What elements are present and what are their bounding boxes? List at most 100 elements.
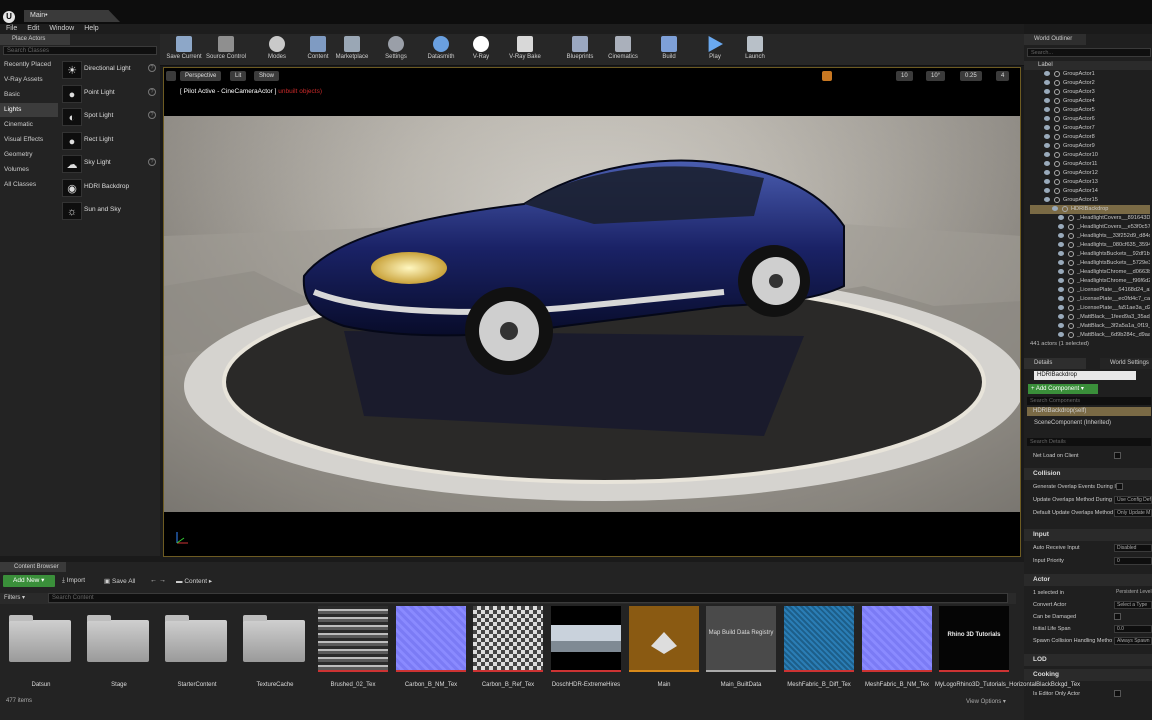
- category-visual-effects[interactable]: Visual Effects: [0, 133, 58, 147]
- visibility-eye-icon[interactable]: [1044, 188, 1050, 194]
- menu-help[interactable]: Help: [84, 24, 98, 34]
- visibility-eye-icon[interactable]: [1044, 107, 1050, 113]
- sun-and-sky-item[interactable]: ☼ Sun and Sky: [60, 200, 158, 222]
- outliner-row[interactable]: _HeadlightCovers__e53f0c57_057: [1030, 223, 1150, 232]
- number-field[interactable]: 0.0: [1114, 625, 1152, 633]
- scene-component-row[interactable]: SceneComponent (Inherited): [1034, 420, 1111, 426]
- outliner-row[interactable]: _Headlights__080cf635_3594_4e2: [1030, 241, 1150, 250]
- sky-light-item[interactable]: ☁ Sky Light?: [60, 153, 158, 175]
- lod-section[interactable]: LOD: [1024, 654, 1152, 666]
- world-settings-tab[interactable]: World Settings: [1100, 358, 1152, 369]
- asset-tile[interactable]: Datsun: [6, 606, 76, 698]
- place-actors-tab[interactable]: Place Actors: [0, 34, 70, 45]
- search-details-input[interactable]: Search Details: [1027, 438, 1151, 446]
- menu-window[interactable]: Window: [49, 24, 74, 34]
- outliner-row[interactable]: _HeadlightCovers__891643Dd_4f2: [1030, 214, 1150, 223]
- net-load-checkbox[interactable]: [1114, 452, 1121, 459]
- save-all-button[interactable]: ▣ Save All: [104, 577, 135, 585]
- visibility-eye-icon[interactable]: [1044, 125, 1050, 131]
- outliner-row[interactable]: GroupActor13: [1030, 178, 1150, 187]
- visibility-eye-icon[interactable]: [1044, 134, 1050, 140]
- category-all-classes[interactable]: All Classes: [0, 178, 58, 192]
- asset-tile[interactable]: MeshFabric_B_Diff_Tex: [784, 606, 854, 698]
- outliner-row[interactable]: GroupActor1: [1030, 70, 1150, 79]
- outliner-row[interactable]: GroupActor5: [1030, 106, 1150, 115]
- cinematics-button[interactable]: Cinematics: [606, 34, 640, 66]
- rect-light-item[interactable]: ● Rect Light: [60, 130, 158, 152]
- visibility-eye-icon[interactable]: [1058, 278, 1064, 284]
- visibility-eye-icon[interactable]: [1044, 161, 1050, 167]
- viewport-menu-button[interactable]: [166, 71, 176, 81]
- outliner-row[interactable]: GroupActor3: [1030, 88, 1150, 97]
- asset-tile[interactable]: StarterContent: [162, 606, 232, 698]
- launch-button[interactable]: Launch: [742, 34, 768, 66]
- help-icon[interactable]: ?: [148, 88, 156, 96]
- asset-tile[interactable]: Brushed_02_Tex: [318, 606, 388, 698]
- visibility-eye-icon[interactable]: [1058, 242, 1064, 248]
- visibility-eye-icon[interactable]: [1044, 143, 1050, 149]
- build-button[interactable]: Build: [657, 34, 681, 66]
- category-lights[interactable]: Lights: [0, 103, 58, 117]
- cooking-section[interactable]: Cooking: [1024, 669, 1152, 681]
- nav-back-forward[interactable]: ← →: [150, 577, 166, 584]
- datasmith-button[interactable]: Datasmith: [425, 34, 457, 66]
- dropdown[interactable]: Select a Type: [1114, 601, 1152, 609]
- visibility-eye-icon[interactable]: [1044, 89, 1050, 95]
- input-section[interactable]: Input: [1024, 529, 1152, 541]
- transform-mode-icon[interactable]: [822, 71, 832, 81]
- visibility-eye-icon[interactable]: [1058, 323, 1064, 329]
- outliner-row[interactable]: _LicensePlate__64168d24_a534_4: [1030, 286, 1150, 295]
- asset-tile[interactable]: Map Build Data Registry Main_BuiltData: [706, 606, 776, 698]
- can-be-damaged-checkbox[interactable]: [1114, 613, 1121, 620]
- directional-light-item[interactable]: ☀ Directional Light?: [60, 59, 158, 81]
- marketplace-button[interactable]: Marketplace: [334, 34, 370, 66]
- camera-speed-value[interactable]: 4: [996, 71, 1010, 81]
- lit-button[interactable]: Lit: [230, 71, 247, 81]
- outliner-row[interactable]: _MattBlack__3f2a5a1a_0f19_43b3: [1030, 322, 1150, 331]
- outliner-row[interactable]: _MattBlack__1feed9a3_35ad_4878: [1030, 313, 1150, 322]
- hdri-backdrop-item[interactable]: ◉ HDRI Backdrop: [60, 177, 158, 199]
- scale-snap-value[interactable]: 0.25: [960, 71, 982, 81]
- save-current-button[interactable]: Save Current: [166, 34, 202, 66]
- number-field[interactable]: 0: [1114, 557, 1152, 565]
- category-recently-placed[interactable]: Recently Placed: [0, 58, 58, 72]
- asset-tile[interactable]: Rhino 3D Tutorials MyLogoRhino3D_Tutorial…: [935, 606, 1080, 698]
- outliner-row[interactable]: GroupActor7: [1030, 124, 1150, 133]
- search-classes-input[interactable]: Search Classes: [3, 46, 157, 55]
- visibility-eye-icon[interactable]: [1044, 80, 1050, 86]
- category-geometry[interactable]: Geometry: [0, 148, 58, 162]
- path-breadcrumb[interactable]: ▬ Content ▸: [176, 577, 212, 585]
- dropdown[interactable]: Use Config Def: [1114, 496, 1152, 504]
- actor-name-field[interactable]: HDRIBackdrop: [1034, 371, 1136, 380]
- visibility-eye-icon[interactable]: [1058, 305, 1064, 311]
- rotation-snap-value[interactable]: 10°: [926, 71, 946, 81]
- outliner-row[interactable]: _HeadlightsBuckets__5729e32d_a: [1030, 259, 1150, 268]
- collision-section[interactable]: Collision: [1024, 468, 1152, 480]
- outliner-row[interactable]: GroupActor8: [1030, 133, 1150, 142]
- outliner-row[interactable]: HDRIBackdrop: [1030, 205, 1150, 214]
- outliner-row[interactable]: GroupActor10: [1030, 151, 1150, 160]
- view-options-button[interactable]: View Options ▾: [966, 698, 1006, 705]
- source-control-button[interactable]: Source Control: [205, 34, 247, 66]
- outliner-row[interactable]: GroupActor15: [1030, 196, 1150, 205]
- visibility-eye-icon[interactable]: [1058, 224, 1064, 230]
- actor-section[interactable]: Actor: [1024, 574, 1152, 586]
- unreal-logo-icon[interactable]: U: [3, 11, 15, 23]
- outliner-row[interactable]: GroupActor9: [1030, 142, 1150, 151]
- outliner-row[interactable]: _HeadlightsChrome__f96f6d26_47: [1030, 277, 1150, 286]
- visibility-eye-icon[interactable]: [1052, 206, 1058, 212]
- asset-tile[interactable]: Stage: [84, 606, 154, 698]
- category-basic[interactable]: Basic: [0, 88, 58, 102]
- dropdown[interactable]: Only Update M: [1114, 509, 1152, 517]
- blueprints-button[interactable]: Blueprints: [564, 34, 596, 66]
- outliner-row[interactable]: _Headlights__33f252d9_d84d_467: [1030, 232, 1150, 241]
- visibility-eye-icon[interactable]: [1058, 269, 1064, 275]
- outliner-row[interactable]: _LicensePlate__fa51ae3a_d28b_4: [1030, 304, 1150, 313]
- visibility-eye-icon[interactable]: [1058, 296, 1064, 302]
- visibility-eye-icon[interactable]: [1058, 332, 1064, 338]
- outliner-search-input[interactable]: Search...: [1027, 48, 1151, 57]
- visibility-eye-icon[interactable]: [1058, 251, 1064, 257]
- search-content-input[interactable]: Search Content: [48, 593, 1008, 603]
- outliner-row[interactable]: _MattBlack__6d9b284c_d9aa_44e: [1030, 331, 1150, 338]
- level-viewport[interactable]: Perspective Lit Show 10 10° 0.25 4 [ Pil…: [163, 67, 1021, 557]
